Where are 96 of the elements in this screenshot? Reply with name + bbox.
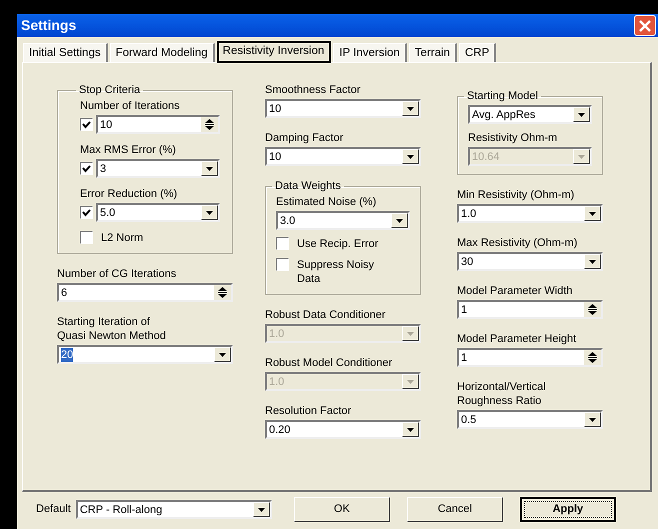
combo-box[interactable]: Avg. AppRes [468, 105, 592, 124]
field-label: Starting Iteration of Quasi Newton Method [57, 315, 167, 343]
caret-icon [578, 154, 585, 158]
combo-box[interactable]: 3 [96, 159, 220, 178]
field-label: Resolution Factor [265, 404, 352, 418]
tab[interactable]: Forward Modeling [110, 43, 215, 62]
group-title: Data Weights [274, 179, 342, 193]
checkbox[interactable] [276, 258, 289, 271]
field-label: Model Parameter Width [457, 284, 574, 298]
combo-box[interactable]: 20 [57, 345, 233, 364]
field-label: Model Parameter Height [457, 332, 578, 346]
caret-icon [407, 106, 414, 110]
spin-buttons[interactable] [201, 117, 218, 132]
checkbox[interactable] [80, 206, 93, 219]
up-down-arrows-icon [218, 287, 227, 298]
combo-box[interactable]: 0.20 [265, 420, 421, 439]
close-icon [639, 20, 651, 32]
tab[interactable]: Terrain [408, 43, 457, 62]
caret-icon [407, 380, 414, 384]
checkbox[interactable] [80, 231, 93, 244]
dropdown-button[interactable] [252, 502, 270, 517]
dropdown-button[interactable] [402, 149, 419, 164]
up-down-arrows-icon [588, 352, 597, 363]
combo-box[interactable]: 30 [457, 252, 603, 271]
spin-buttons[interactable] [584, 302, 601, 317]
checkbox[interactable] [276, 237, 289, 250]
field-label: Number of Iterations [80, 99, 181, 113]
combo-box[interactable]: 10 [265, 99, 421, 118]
spin-box[interactable]: 1 [457, 348, 603, 367]
caret-icon [206, 210, 213, 214]
combo-box[interactable]: 0.5 [457, 410, 603, 429]
field-label: Resistivity Ohm-m [468, 131, 558, 145]
dropdown-button[interactable] [201, 205, 218, 220]
caret-icon [407, 332, 414, 336]
tab[interactable]: IP Inversion [333, 43, 407, 62]
caret-icon [258, 508, 265, 512]
dropdown-button[interactable] [584, 412, 601, 427]
field-label: Error Reduction (%) [80, 187, 178, 201]
dropdown-button[interactable] [402, 422, 419, 437]
caret-icon [407, 154, 414, 158]
close-button[interactable] [634, 15, 656, 36]
spin-box[interactable]: 6 [57, 283, 233, 302]
group-title: Stop Criteria [78, 83, 142, 97]
caret-icon [206, 166, 213, 170]
spin-buttons[interactable] [584, 350, 601, 365]
tab[interactable]: Resistivity Inversion [216, 41, 332, 63]
dropdown-button[interactable] [584, 206, 601, 221]
checkbox[interactable] [80, 118, 93, 131]
field-label: Number of CG Iterations [57, 267, 178, 281]
tab[interactable]: CRP [458, 43, 496, 62]
caret-icon [396, 218, 403, 222]
combo-box[interactable]: CRP - Roll-along [76, 500, 272, 519]
spin-buttons[interactable] [214, 285, 231, 300]
check-icon [82, 164, 91, 172]
dropdown-button[interactable] [201, 161, 218, 176]
field-label: Horizontal/Vertical Roughness Ratio [457, 380, 547, 408]
caret-icon [589, 212, 596, 216]
spin-box[interactable]: 10 [96, 115, 220, 134]
field-label: Estimated Noise (%) [276, 195, 378, 209]
combo-box[interactable]: 10 [265, 147, 421, 166]
checkbox[interactable] [80, 162, 93, 175]
check-icon [82, 120, 91, 128]
dropdown-button[interactable] [391, 213, 408, 228]
caret-icon [407, 428, 414, 432]
field-label: Max Resistivity (Ohm-m) [457, 236, 578, 250]
check-icon [82, 208, 91, 216]
up-down-arrows-icon [205, 119, 214, 130]
field-label: Damping Factor [265, 131, 344, 145]
dialog-button[interactable]: OK [294, 497, 390, 522]
field-label: Robust Model Conditioner [265, 356, 394, 370]
group-title: Starting Model [466, 89, 539, 103]
dropdown-button[interactable] [573, 107, 590, 122]
field-label: Max RMS Error (%) [80, 143, 177, 157]
checkbox-label: L2 Norm [101, 231, 144, 245]
caret-icon [219, 352, 226, 356]
field-label: Robust Data Conditioner [265, 308, 386, 322]
dialog-button[interactable]: Apply [520, 497, 616, 522]
combo-box[interactable]: 1.0 [457, 204, 603, 223]
window-title: Settings [21, 16, 76, 35]
combo-box[interactable]: 5.0 [96, 203, 220, 222]
spin-box[interactable]: 1 [457, 300, 603, 319]
default-label: Default [36, 502, 71, 518]
up-down-arrows-icon [588, 304, 597, 315]
caret-icon [589, 418, 596, 422]
tab[interactable]: Initial Settings [23, 43, 108, 62]
dropdown-button[interactable] [584, 254, 601, 269]
field-label: Min Resistivity (Ohm-m) [457, 188, 576, 202]
field-label: Smoothness Factor [265, 83, 362, 97]
checkbox-label: Suppress Noisy Data [297, 258, 374, 286]
dialog-button[interactable]: Cancel [406, 497, 503, 522]
combo-box[interactable]: 3.0 [276, 211, 410, 230]
dropdown-button[interactable] [402, 101, 419, 116]
caret-icon [578, 112, 585, 116]
checkbox-label: Use Recip. Error [297, 237, 378, 251]
dropdown-button[interactable] [214, 347, 231, 362]
caret-icon [589, 260, 596, 264]
